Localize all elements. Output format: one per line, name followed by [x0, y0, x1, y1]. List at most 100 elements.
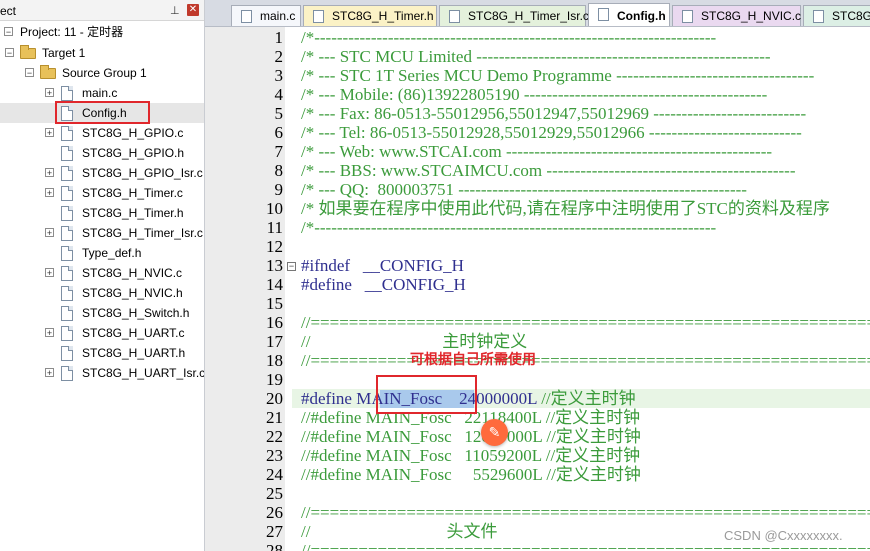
line-number: 26	[266, 503, 283, 522]
tree-project[interactable]: − Project: 11 - 定时器	[0, 22, 204, 42]
file-icon	[61, 86, 73, 101]
line-number: 1	[274, 28, 284, 47]
code-editor[interactable]: 1 /*-------------------------------------…	[205, 27, 870, 551]
file-item[interactable]: + main.c	[0, 83, 204, 103]
panel-title: ect	[0, 4, 17, 18]
file-icon	[61, 286, 73, 301]
code-line: 24 //#define MAIN_Fosc 5529600L //定义主时钟	[205, 465, 870, 484]
file-label: STC8G_H_NVIC.c	[82, 266, 183, 280]
tab-label: STC8G_H	[832, 9, 870, 23]
file-label: STC8G_H_GPIO.c	[82, 126, 184, 140]
expand-icon[interactable]: +	[45, 328, 54, 338]
line-number: 20	[266, 389, 283, 408]
file-icon	[449, 10, 460, 23]
code-text: //#define MAIN_Fosc 12000000L //定义主时钟	[301, 427, 641, 446]
code-text: /* --- STC MCU Limited -----------------…	[301, 47, 771, 66]
code-line: 25	[205, 484, 870, 503]
line-number: 9	[274, 180, 284, 199]
file-item[interactable]: + STC8G_H_NVIC.c	[0, 263, 204, 283]
code-line: 7 /* --- Web: www.STCAI.com -------------…	[205, 142, 870, 161]
file-icon	[61, 206, 73, 221]
code-line: 22 //#define MAIN_Fosc 12000000L //定义主时钟	[205, 427, 870, 446]
file-label: STC8G_H_Switch.h	[82, 306, 190, 320]
expand-icon[interactable]: +	[45, 168, 54, 178]
file-item[interactable]: STC8G_H_GPIO.h	[0, 143, 204, 163]
file-icon	[61, 306, 73, 321]
file-item[interactable]: + STC8G_H_GPIO_Isr.c	[0, 163, 204, 183]
file-item[interactable]: + STC8G_H_UART_Isr.c	[0, 363, 204, 383]
line-number: 21	[266, 408, 283, 427]
file-label: STC8G_H_UART_Isr.c	[82, 366, 205, 380]
file-item[interactable]: + STC8G_H_Timer_Isr.c	[0, 223, 204, 243]
file-label: STC8G_H_Timer_Isr.c	[82, 226, 203, 240]
target-label: Target 1	[42, 46, 86, 60]
pin-icon[interactable]: ⊥	[170, 4, 180, 17]
code-line: 26 //====================================…	[205, 503, 870, 522]
code-line: 2 /* --- STC MCU Limited ----------------…	[205, 47, 870, 66]
file-item[interactable]: + STC8G_H_GPIO.c	[0, 123, 204, 143]
editor-tab[interactable]: Config.h	[588, 3, 670, 26]
panel-header: ect ⊥ ✕	[0, 0, 204, 21]
code-line: 13 #ifndef __CONFIG_H	[205, 256, 870, 275]
line-number: 27	[266, 522, 283, 541]
code-text: /* --- Tel: 86-0513-55012928,55012929,55…	[301, 123, 802, 142]
code-line: 4 /* --- Mobile: (86)13922805190 --------…	[205, 85, 870, 104]
file-label: Type_def.h	[82, 246, 142, 260]
file-item[interactable]: STC8G_H_Switch.h	[0, 303, 204, 323]
code-line: 12	[205, 237, 870, 256]
line-number: 7	[274, 142, 284, 161]
editor-tab[interactable]: STC8G_H	[803, 5, 870, 26]
close-icon[interactable]: ✕	[187, 4, 199, 16]
expand-icon[interactable]: +	[45, 88, 54, 98]
editor-tab[interactable]: STC8G_H_Timer.h	[303, 5, 437, 26]
file-label: STC8G_H_GPIO.h	[82, 146, 185, 160]
code-line: 10 /* 如果要在程序中使用此代码,请在程序中注明使用了STC的资料及程序	[205, 199, 870, 218]
code-text: /*--------------------------------------…	[301, 218, 717, 237]
collapse-icon[interactable]: −	[25, 68, 34, 78]
file-item[interactable]: Type_def.h	[0, 243, 204, 263]
file-item[interactable]: STC8G_H_Timer.h	[0, 203, 204, 223]
code-line: 23 //#define MAIN_Fosc 11059200L //定义主时钟	[205, 446, 870, 465]
code-line: 19	[205, 370, 870, 389]
file-icon	[313, 10, 324, 23]
file-label: main.c	[82, 86, 118, 100]
editor-tab-bar: main.c STC8G_H_Timer.h STC8G_H_Timer_Isr.c…	[205, 0, 870, 27]
tree-source-group[interactable]: − Source Group 1	[0, 63, 204, 83]
file-label: STC8G_H_Timer.h	[82, 206, 184, 220]
file-icon	[61, 226, 73, 241]
file-item[interactable]: + STC8G_H_Timer.c	[0, 183, 204, 203]
code-line: 18 //====================================…	[205, 351, 870, 370]
project-panel: ect ⊥ ✕ − Project: 11 - 定时器 − Target 1 −…	[0, 0, 205, 551]
expand-icon[interactable]: +	[45, 368, 54, 378]
code-text: #ifndef __CONFIG_H	[301, 256, 464, 275]
project-label: Project: 11 - 定时器	[20, 25, 124, 39]
magic-edit-icon[interactable]: ✎	[481, 419, 508, 446]
file-item[interactable]: + STC8G_H_UART.c	[0, 323, 204, 343]
expand-icon[interactable]: +	[45, 228, 54, 238]
code-text: /* 如果要在程序中使用此代码,请在程序中注明使用了STC的资料及程序	[301, 199, 830, 218]
expand-icon[interactable]: +	[45, 128, 54, 138]
file-item[interactable]: STC8G_H_NVIC.h	[0, 283, 204, 303]
code-text: //======================================…	[301, 351, 870, 370]
fold-toggle-icon[interactable]: −	[287, 262, 296, 271]
editor-tab[interactable]: STC8G_H_Timer_Isr.c	[439, 5, 589, 26]
editor-tab[interactable]: main.c	[231, 5, 301, 26]
code-line: 20 #define MAIN_Fosc 24000000L //定义主时钟	[205, 389, 870, 408]
line-number: 24	[266, 465, 283, 484]
collapse-icon[interactable]: −	[5, 48, 14, 58]
code-text: /* --- QQ: 800003751 -------------------…	[301, 180, 747, 199]
editor-tab[interactable]: STC8G_H_NVIC.c	[672, 5, 801, 26]
expand-icon[interactable]: +	[45, 188, 54, 198]
tree-target[interactable]: − Target 1	[0, 43, 204, 63]
line-number: 3	[274, 66, 284, 85]
line-number: 15	[266, 294, 283, 313]
tab-label: STC8G_H_Timer.h	[332, 9, 434, 23]
expand-icon[interactable]: +	[45, 268, 54, 278]
collapse-icon[interactable]: −	[4, 27, 13, 37]
code-line: 14 #define __CONFIG_H	[205, 275, 870, 294]
code-line: 3 /* --- STC 1T Series MCU Demo Programme…	[205, 66, 870, 85]
code-line: 21//#define MAIN_Fosc 22118400L //定义主时钟	[205, 408, 870, 427]
file-item[interactable]: STC8G_H_UART.h	[0, 343, 204, 363]
file-label: STC8G_H_GPIO_Isr.c	[82, 166, 203, 180]
file-icon	[61, 246, 73, 261]
